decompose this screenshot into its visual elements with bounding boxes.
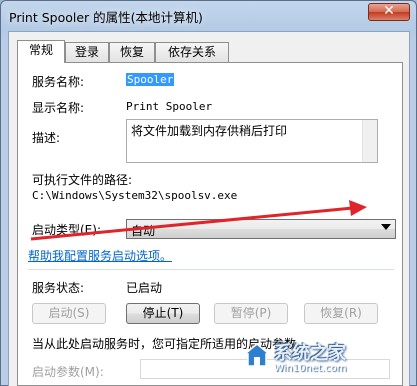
divider [28, 269, 394, 270]
house-logo-icon [244, 343, 270, 367]
start-button[interactable]: 启动(S) [32, 303, 106, 324]
watermark-url: Win10net.com [274, 363, 347, 374]
properties-window: Print Spooler 的属性(本地计算机) ✕ 常规 登录 恢复 依存关系… [0, 0, 417, 386]
service-name-value[interactable]: Spooler [126, 73, 175, 86]
close-button[interactable]: ✕ [368, 3, 410, 21]
close-icon: ✕ [383, 3, 395, 19]
start-params-label: 启动参数(M): [32, 365, 104, 379]
chevron-down-icon [381, 224, 391, 230]
display-name-value[interactable]: Print Spooler [126, 100, 212, 113]
tab-logon[interactable]: 登录 [65, 42, 109, 62]
tab-general[interactable]: 常规 [17, 40, 65, 63]
path-value[interactable]: C:\Windows\System32\spoolsv.exe [32, 189, 237, 202]
stop-button[interactable]: 停止(T) [126, 303, 200, 324]
tab-recovery[interactable]: 恢复 [109, 42, 155, 62]
window-title: Print Spooler 的属性(本地计算机) [9, 10, 203, 25]
resume-button[interactable]: 恢复(R) [304, 303, 378, 324]
dialog-client: 常规 登录 恢复 依存关系 服务名称: Spooler 显示名称: Print … [8, 31, 410, 386]
startup-type-select[interactable]: 自动 [126, 219, 396, 239]
watermark-brand: 系统之家 [274, 343, 346, 364]
path-label: 可执行文件的路径: [32, 173, 133, 187]
startup-type-label: 启动类型(E): [32, 223, 101, 237]
service-status-value: 已启动 [126, 281, 163, 295]
display-name-label: 显示名称: [32, 101, 85, 115]
description-textbox[interactable]: 将文件加载到内存供稍后打印 [126, 119, 378, 163]
startup-type-value: 自动 [131, 224, 156, 238]
title-bar[interactable]: Print Spooler 的属性(本地计算机) ✕ [1, 1, 416, 29]
service-name-label: 服务名称: [32, 75, 85, 89]
pause-button[interactable]: 暂停(P) [214, 303, 288, 324]
help-configure-link[interactable]: 帮助我配置服务启动选项。 [28, 247, 172, 264]
service-status-label: 服务状态: [32, 281, 85, 295]
description-text: 将文件加载到内存供稍后打印 [131, 124, 288, 138]
tab-dependencies[interactable]: 依存关系 [155, 42, 229, 62]
description-scrollbar[interactable] [362, 120, 377, 162]
watermark: 系统之家 Win10net.com [240, 337, 410, 381]
description-label: 描述: [32, 131, 61, 145]
